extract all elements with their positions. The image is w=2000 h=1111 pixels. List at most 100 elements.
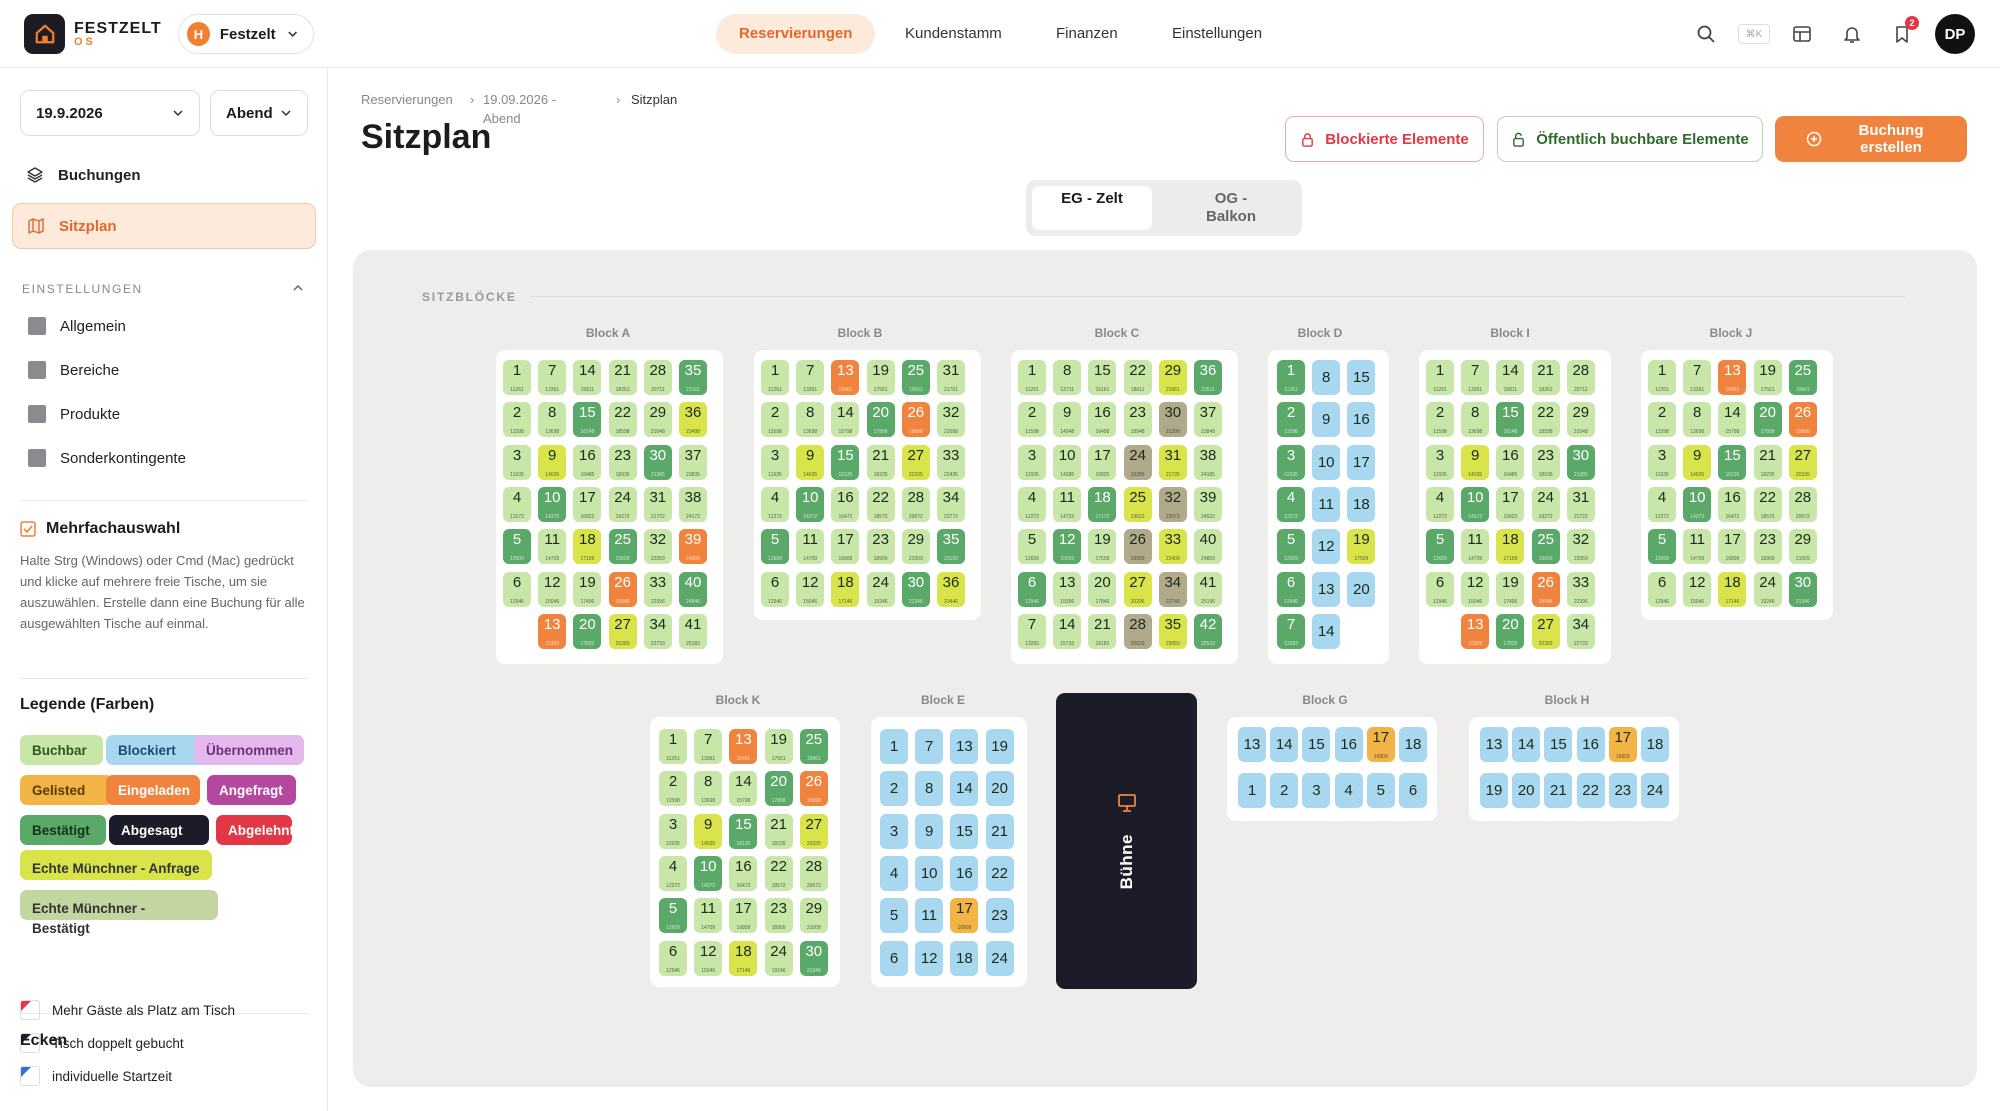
- table-11[interactable]: 11 14709: [538, 529, 567, 565]
- settings-section-header[interactable]: EINSTELLUNGEN: [22, 282, 304, 296]
- table-12[interactable]: 12 15059: [1053, 529, 1082, 565]
- table-21[interactable]: 21 18235: [764, 813, 793, 849]
- table-20[interactable]: 20 17898: [866, 402, 895, 438]
- table-14[interactable]: 14 15811: [1496, 360, 1525, 395]
- table-42[interactable]: 42 25533: [1194, 613, 1222, 649]
- table-28[interactable]: 28 20672: [799, 855, 828, 891]
- table-20[interactable]: 20 17898: [1753, 402, 1782, 438]
- table-30[interactable]: 30 21346: [901, 571, 930, 607]
- table-40[interactable]: 40 24859: [1194, 529, 1222, 565]
- table-17[interactable]: 17 16822: [573, 486, 602, 522]
- table-28[interactable]: 28 20711: [1566, 360, 1595, 395]
- table-4[interactable]: 4 12272: [503, 486, 531, 522]
- table-5[interactable]: 5 12609: [761, 529, 789, 565]
- table-16[interactable]: 16: [1576, 727, 1605, 762]
- table-3[interactable]: 3 11935: [1018, 444, 1046, 480]
- table-34[interactable]: 34 22746: [1158, 571, 1187, 607]
- table-5[interactable]: 5: [1366, 773, 1395, 808]
- table-4[interactable]: 4 12272: [1277, 486, 1305, 522]
- table-2[interactable]: 2: [880, 771, 908, 807]
- table-24[interactable]: 24 19285: [1123, 444, 1152, 480]
- table-1[interactable]: 1 11261: [503, 360, 531, 395]
- table-31[interactable]: 31 21722: [643, 486, 672, 522]
- table-13[interactable]: 13 15461: [729, 729, 758, 764]
- table-17[interactable]: 17 16809: [729, 898, 758, 934]
- table-23[interactable]: 23 18935: [1531, 444, 1560, 480]
- table-6[interactable]: 6 12946: [1648, 571, 1676, 607]
- table-4[interactable]: 4: [1334, 773, 1363, 808]
- table-4[interactable]: 4 12272: [1648, 486, 1676, 522]
- table-26[interactable]: 26 19998: [1788, 402, 1817, 438]
- table-21[interactable]: 21 18235: [1753, 444, 1782, 480]
- table-20[interactable]: 20 17833: [1496, 613, 1525, 649]
- table-19[interactable]: 19: [985, 729, 1014, 764]
- table-30[interactable]: 30 21346: [1788, 571, 1817, 607]
- table-15[interactable]: 15: [1544, 727, 1573, 762]
- table-8[interactable]: 8 13698: [796, 402, 825, 438]
- table-33[interactable]: 33 22435: [937, 444, 965, 480]
- table-6[interactable]: 6 12946: [1018, 571, 1046, 607]
- table-7[interactable]: 7 13283: [1277, 613, 1305, 649]
- table-12[interactable]: 12 15046: [1683, 571, 1712, 607]
- settings-item-allgemein[interactable]: Allgemein: [28, 317, 126, 335]
- table-4[interactable]: 4 12272: [1018, 486, 1046, 522]
- table-9[interactable]: 9: [1312, 402, 1341, 438]
- table-13[interactable]: 13 15461: [1718, 360, 1747, 395]
- table-17[interactable]: 17: [1347, 444, 1376, 480]
- table-28[interactable]: 28 20633: [1123, 613, 1152, 649]
- table-14[interactable]: 14 15798: [729, 771, 758, 807]
- table-17[interactable]: 17 16809: [1718, 529, 1747, 565]
- settings-item-bereiche[interactable]: Bereiche: [28, 361, 119, 379]
- table-24[interactable]: 24: [985, 940, 1014, 976]
- public-elements-button[interactable]: Öffentlich buchbare Elemente: [1497, 116, 1763, 162]
- table-4[interactable]: 4: [880, 855, 908, 891]
- table-18[interactable]: 18 17146: [831, 571, 860, 607]
- table-11[interactable]: 11: [915, 898, 944, 934]
- table-35[interactable]: 35 23083: [1158, 613, 1187, 649]
- table-32[interactable]: 32 22072: [1158, 486, 1187, 522]
- table-9[interactable]: 9 14035: [694, 813, 723, 849]
- table-12[interactable]: 12 15046: [538, 571, 567, 607]
- table-4[interactable]: 4 12272: [761, 486, 789, 522]
- table-37[interactable]: 37 23835: [679, 444, 707, 480]
- table-36[interactable]: 36 23446: [937, 571, 965, 607]
- table-21[interactable]: 21: [1544, 773, 1573, 808]
- table-19[interactable]: 19 17496: [573, 571, 602, 607]
- table-3[interactable]: 3 11935: [1277, 444, 1305, 480]
- table-12[interactable]: 12 15046: [1461, 571, 1490, 607]
- table-3[interactable]: 3 11935: [503, 444, 531, 480]
- table-10[interactable]: 10 14372: [538, 486, 567, 522]
- table-19[interactable]: 19 17561: [764, 729, 793, 764]
- table-14[interactable]: 14 15798: [1718, 402, 1747, 438]
- table-10[interactable]: 10: [915, 855, 944, 891]
- blocked-elements-button[interactable]: Blockierte Elemente: [1285, 116, 1484, 162]
- table-16[interactable]: 16: [1334, 727, 1363, 762]
- table-10[interactable]: 10 14385: [1053, 444, 1082, 480]
- table-9[interactable]: 9: [915, 813, 944, 849]
- table-10[interactable]: 10 14372: [694, 855, 723, 891]
- table-6[interactable]: 6 12946: [761, 571, 789, 607]
- table-18[interactable]: 18 17172: [1088, 486, 1117, 522]
- table-8[interactable]: 8 13698: [1461, 402, 1490, 438]
- table-3[interactable]: 3 11935: [659, 813, 687, 849]
- table-8[interactable]: 8 13698: [538, 402, 567, 438]
- table-35[interactable]: 35 23161: [679, 360, 707, 395]
- table-22[interactable]: 22: [1576, 773, 1605, 808]
- table-18[interactable]: 18 17146: [1718, 571, 1747, 607]
- breadcrumb-reservierungen[interactable]: Reservierungen: [361, 92, 453, 107]
- table-2[interactable]: 2: [1270, 773, 1299, 808]
- table-11[interactable]: 11 14722: [1053, 486, 1082, 522]
- table-11[interactable]: 11 14709: [1683, 529, 1712, 565]
- table-24[interactable]: 24 19272: [1531, 486, 1560, 522]
- table-12[interactable]: 12: [1312, 529, 1341, 565]
- table-3[interactable]: 3: [880, 813, 908, 849]
- table-17[interactable]: 17 16809: [950, 898, 979, 934]
- table-1[interactable]: 1 11261: [1018, 360, 1046, 395]
- table-1[interactable]: 1 11261: [1648, 360, 1676, 395]
- table-11[interactable]: 11 14709: [694, 898, 723, 934]
- table-21[interactable]: 21 18183: [1088, 613, 1117, 649]
- table-28[interactable]: 28 20672: [1788, 486, 1817, 522]
- table-23[interactable]: 23: [1608, 773, 1637, 808]
- table-14[interactable]: 14 15798: [831, 402, 860, 438]
- table-38[interactable]: 38 24185: [1194, 444, 1222, 480]
